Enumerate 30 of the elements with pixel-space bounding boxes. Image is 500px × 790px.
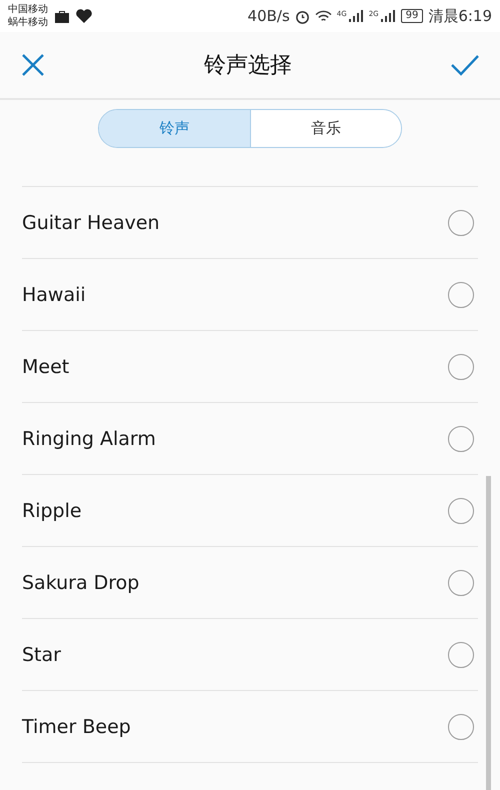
confirm-button[interactable] [450,53,480,77]
ringtone-name[interactable]: Hawaii [22,284,86,306]
ringtone-name[interactable]: Sakura Drop [22,572,140,594]
radio-button[interactable] [448,282,474,308]
ringtone-name[interactable]: Timer Beep [22,716,131,738]
radio-button[interactable] [448,570,474,596]
wifi-icon [314,10,332,22]
heart-icon [76,9,92,23]
segment-tab[interactable]: 音乐 [250,110,401,147]
briefcase-icon [54,10,70,22]
network-speed: 40B/s [248,7,290,25]
carrier-name: 蜗牛移动 [8,16,48,29]
clock-time: 清晨6:19 [428,6,492,26]
page-title: 铃声选择 [204,52,292,80]
carrier-name: 中国移动 [8,3,48,16]
ringtone-name[interactable]: Ringing Alarm [22,428,156,450]
battery-level: 99 [400,9,424,23]
radio-button[interactable] [448,210,474,236]
radio-button[interactable] [448,354,474,380]
alarm-clock-icon [294,8,310,24]
ringtone-name[interactable]: Ripple [22,500,82,522]
ringtone-name[interactable]: Guitar Heaven [22,212,160,234]
ringtone-name[interactable]: Star [22,644,61,666]
close-button[interactable] [20,52,46,78]
scrollbar[interactable] [486,476,491,790]
radio-button[interactable] [448,642,474,668]
radio-button[interactable] [448,714,474,740]
radio-button[interactable] [448,498,474,524]
radio-button[interactable] [448,426,474,452]
ringtone-name[interactable]: Meet [22,356,70,378]
